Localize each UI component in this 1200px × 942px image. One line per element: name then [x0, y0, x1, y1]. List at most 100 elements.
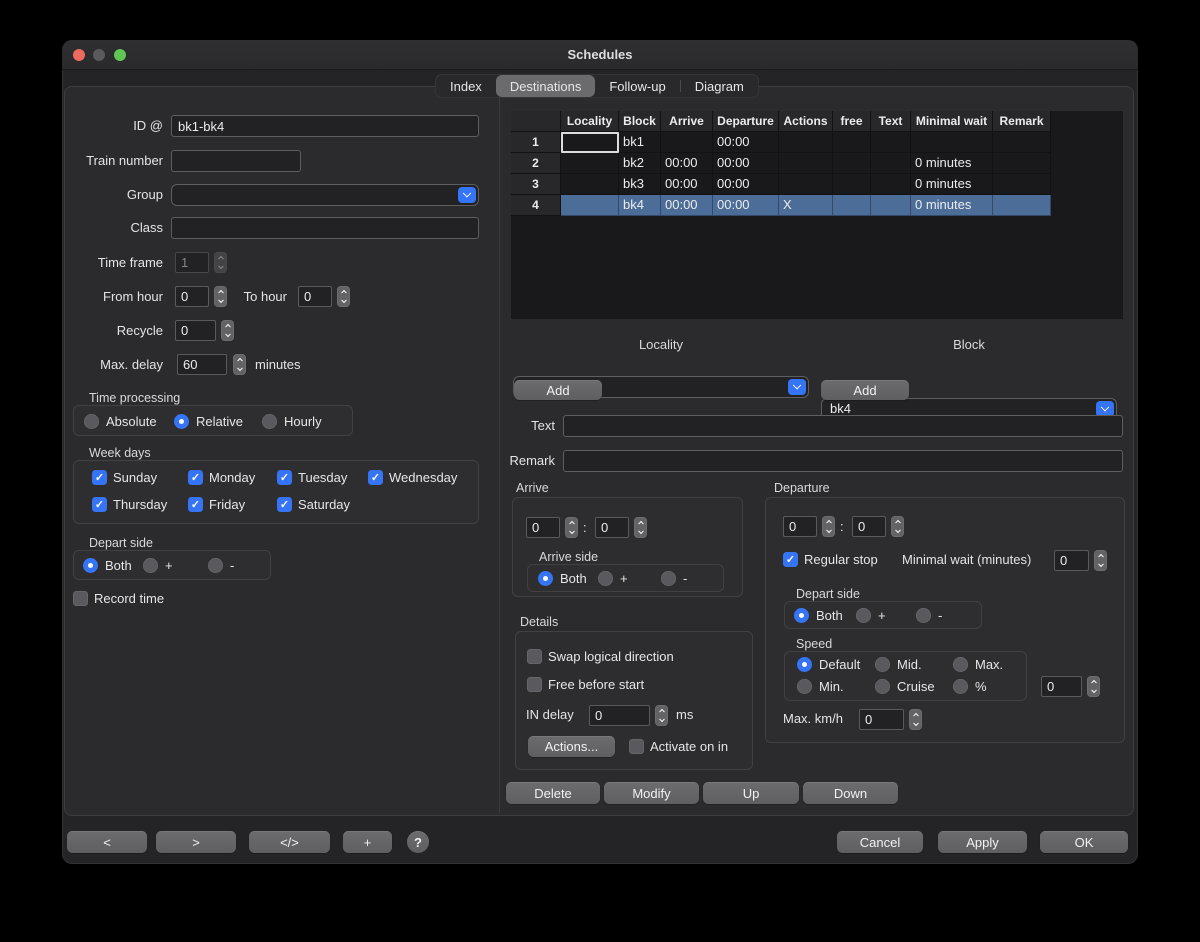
stepper-up-icon	[1098, 554, 1104, 560]
checkbox-activate-on-in[interactable]: Activate on in	[629, 739, 728, 754]
table-row-selected[interactable]: 4 bk4 00:00 00:00 X 0 minutes	[511, 195, 1123, 216]
group-combo[interactable]	[171, 184, 479, 206]
checkbox-sunday[interactable]: ✓Sunday	[92, 470, 157, 485]
locality-combo-button[interactable]	[788, 379, 806, 395]
checkbox-friday[interactable]: ✓Friday	[188, 497, 245, 512]
departure-minute-field[interactable]: 0	[852, 516, 886, 537]
remark-field[interactable]	[563, 450, 1123, 472]
radio-speed-max[interactable]: Max.	[953, 657, 1003, 672]
to-hour-field[interactable]: 0	[298, 286, 332, 307]
minimal-wait-field[interactable]: 0	[1054, 550, 1089, 571]
down-button[interactable]: Down	[803, 782, 898, 804]
radio-arrive-plus[interactable]: +	[598, 571, 628, 586]
departure-hour-stepper[interactable]	[822, 516, 835, 537]
text-field[interactable]	[563, 415, 1123, 437]
in-delay-suffix: ms	[676, 704, 693, 726]
checkbox-saturday[interactable]: ✓Saturday	[277, 497, 350, 512]
radio-minus[interactable]: -	[208, 558, 234, 573]
arrive-hour-stepper[interactable]	[565, 517, 578, 538]
stepper-up-icon	[237, 358, 243, 364]
max-delay-stepper[interactable]	[233, 354, 246, 375]
apply-button[interactable]: Apply	[938, 831, 1027, 853]
time-frame-stepper[interactable]	[214, 252, 227, 273]
checkbox-wednesday[interactable]: ✓Wednesday	[368, 470, 457, 485]
max-kmh-stepper[interactable]	[909, 709, 922, 730]
train-number-field[interactable]	[171, 150, 301, 172]
edit-cell[interactable]	[561, 132, 619, 153]
depart-side-group: Both + -	[73, 550, 271, 580]
radio-plus[interactable]: +	[143, 558, 173, 573]
arrive-minute-field[interactable]: 0	[595, 517, 629, 538]
group-combo-button[interactable]	[458, 187, 476, 203]
checkbox-thursday[interactable]: ✓Thursday	[92, 497, 167, 512]
delete-button[interactable]: Delete	[506, 782, 600, 804]
from-hour-stepper[interactable]	[214, 286, 227, 307]
ok-button[interactable]: OK	[1040, 831, 1128, 853]
table-row[interactable]: 3 bk3 00:00 00:00 0 minutes	[511, 174, 1123, 195]
radio-departure-minus[interactable]: -	[916, 608, 942, 623]
radio-hourly[interactable]: Hourly	[262, 414, 322, 429]
minimal-wait-stepper[interactable]	[1094, 550, 1107, 571]
next-button[interactable]: >	[156, 831, 236, 853]
tab-diagram[interactable]: Diagram	[681, 75, 758, 97]
checkbox-tuesday[interactable]: ✓Tuesday	[277, 470, 347, 485]
in-delay-stepper[interactable]	[655, 705, 668, 726]
code-button[interactable]: </>	[249, 831, 330, 853]
checkbox-swap-logical-direction[interactable]: Swap logical direction	[527, 649, 674, 664]
radio-speed-min[interactable]: Min.	[797, 679, 844, 694]
checkbox-checked-icon: ✓	[783, 552, 798, 567]
checkbox-regular-stop[interactable]: ✓Regular stop	[783, 552, 878, 567]
radio-arrive-minus[interactable]: -	[661, 571, 687, 586]
radio-speed-percent[interactable]: %	[953, 679, 987, 694]
radio-speed-cruise[interactable]: Cruise	[875, 679, 935, 694]
stepper-down-icon	[638, 528, 644, 534]
recycle-field[interactable]: 0	[175, 320, 216, 341]
speed-value-field[interactable]: 0	[1041, 676, 1082, 697]
class-field[interactable]	[171, 217, 479, 239]
to-hour-stepper[interactable]	[337, 286, 350, 307]
actions-button[interactable]: Actions...	[528, 736, 615, 757]
departure-hour-field[interactable]: 0	[783, 516, 817, 537]
radio-speed-mid[interactable]: Mid.	[875, 657, 922, 672]
recycle-stepper[interactable]	[221, 320, 234, 341]
departure-group: 0 : 0 ✓Regular stop Minimal wait (minute…	[765, 497, 1125, 743]
departure-minute-stepper[interactable]	[891, 516, 904, 537]
cancel-button[interactable]: Cancel	[837, 831, 923, 853]
add-button[interactable]: +	[343, 831, 392, 853]
table-row[interactable]: 1 bk1 00:00	[511, 132, 1123, 153]
col-header-text: Text	[871, 111, 911, 132]
up-button[interactable]: Up	[703, 782, 799, 804]
radio-icon	[953, 657, 968, 672]
from-hour-field[interactable]: 0	[175, 286, 209, 307]
speed-value-stepper[interactable]	[1087, 676, 1100, 697]
radio-relative[interactable]: Relative	[174, 414, 243, 429]
add-block-button[interactable]: Add	[821, 380, 909, 400]
help-button[interactable]: ?	[407, 831, 429, 853]
arrive-group: 0 : 0 Arrive side Both + -	[512, 497, 743, 597]
arrive-hour-field[interactable]: 0	[526, 517, 560, 538]
add-locality-button[interactable]: Add	[514, 380, 602, 400]
radio-both[interactable]: Both	[83, 558, 132, 573]
checkbox-monday[interactable]: ✓Monday	[188, 470, 255, 485]
arrive-minute-stepper[interactable]	[634, 517, 647, 538]
max-kmh-field[interactable]: 0	[859, 709, 904, 730]
table-row[interactable]: 2 bk2 00:00 00:00 0 minutes	[511, 153, 1123, 174]
id-field[interactable]	[171, 115, 479, 137]
modify-button[interactable]: Modify	[604, 782, 699, 804]
tab-destinations[interactable]: Destinations	[496, 75, 596, 97]
radio-icon	[262, 414, 277, 429]
radio-arrive-both[interactable]: Both	[538, 571, 587, 586]
radio-departure-both[interactable]: Both	[794, 608, 843, 623]
in-delay-field[interactable]: 0	[589, 705, 650, 726]
checkbox-record-time[interactable]: Record time	[73, 591, 164, 606]
prev-button[interactable]: <	[67, 831, 147, 853]
destinations-table[interactable]: Locality Block Arrive Departure Actions …	[511, 111, 1123, 319]
time-frame-field[interactable]: 1	[175, 252, 209, 273]
radio-departure-plus[interactable]: +	[856, 608, 886, 623]
tab-index[interactable]: Index	[436, 75, 496, 97]
tab-follow-up[interactable]: Follow-up	[595, 75, 679, 97]
max-delay-field[interactable]: 60	[177, 354, 227, 375]
checkbox-free-before-start[interactable]: Free before start	[527, 677, 644, 692]
radio-speed-default[interactable]: Default	[797, 657, 860, 672]
radio-absolute[interactable]: Absolute	[84, 414, 157, 429]
